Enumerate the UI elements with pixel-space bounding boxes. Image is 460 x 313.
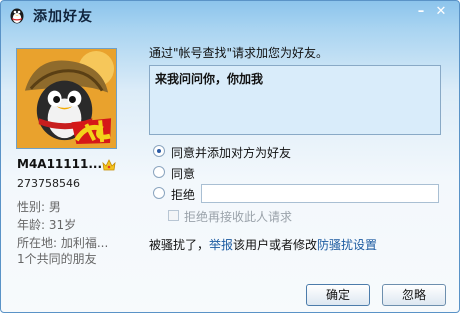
crown-icon[interactable]	[102, 158, 116, 172]
game-character-avatar	[17, 49, 116, 148]
request-message: 来我问问你，你加我	[149, 65, 441, 135]
reject-reason-input[interactable]	[201, 184, 439, 203]
harass-middle: 该用户或者修改	[233, 238, 318, 252]
harass-prefix: 被骚扰了，	[149, 238, 210, 252]
block-future-checkbox[interactable]	[168, 210, 179, 221]
option-reject-label: 拒绝	[171, 188, 196, 202]
info-age: 年龄: 31岁	[17, 218, 77, 232]
info-location: 所在地: 加利福...	[17, 236, 109, 250]
add-friend-window: 添加好友 – ✕ M4A11111... 273758546 性别: 男 年龄:…	[0, 0, 460, 313]
title-bar[interactable]: 添加好友 – ✕	[1, 1, 459, 29]
request-label: 通过"帐号查找"请求加您为好友。	[149, 46, 329, 60]
ignore-button[interactable]: 忽略	[382, 284, 446, 306]
radio-reject[interactable]	[153, 187, 165, 199]
harass-notice: 被骚扰了，举报该用户或者修改防骚扰设置	[149, 236, 377, 253]
block-future-label: 拒绝再接收此人请求	[184, 210, 293, 224]
option-agree-label: 同意	[171, 167, 196, 181]
penguin-icon	[10, 8, 24, 24]
info-sex: 性别: 男	[17, 200, 61, 214]
ok-button[interactable]: 确定	[306, 284, 370, 306]
radio-agree-add[interactable]	[153, 145, 165, 157]
user-id: 273758546	[17, 177, 80, 190]
report-link[interactable]: 举报	[209, 238, 233, 252]
close-icon[interactable]: ✕	[433, 4, 449, 20]
anti-harass-settings-link[interactable]: 防骚扰设置	[317, 238, 377, 252]
window-title: 添加好友	[33, 9, 93, 25]
nickname: M4A11111...	[17, 157, 103, 171]
radio-agree[interactable]	[153, 166, 165, 178]
info-mutual-friends: 1个共同的朋友	[17, 252, 97, 266]
avatar[interactable]	[16, 48, 117, 149]
minimize-icon[interactable]: –	[413, 4, 429, 20]
option-agree-add-label: 同意并添加对方为好友	[171, 146, 292, 160]
